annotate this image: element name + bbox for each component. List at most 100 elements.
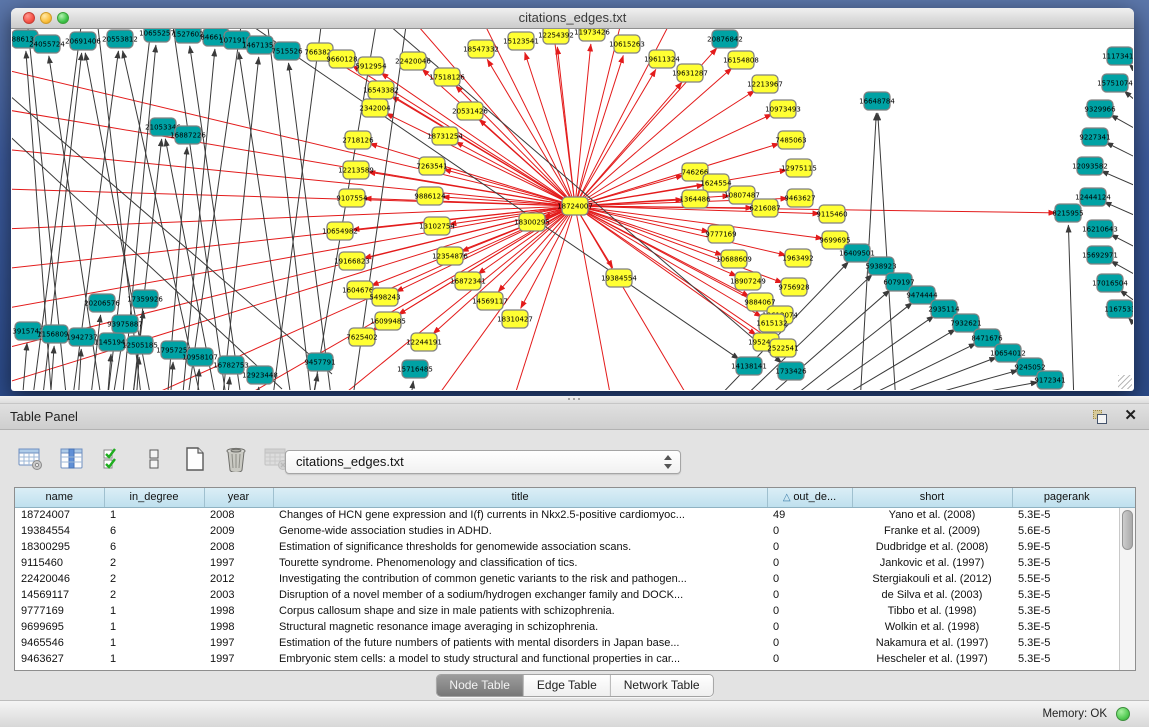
graph-node[interactable]: 17359926 [127,290,163,308]
graph-node[interactable]: 11173415 [1102,47,1133,65]
graph-node[interactable]: 12254392 [538,29,574,44]
graph-node[interactable]: 1733426 [775,362,807,380]
graph-node[interactable]: 14569117 [472,292,508,310]
column-header-title[interactable]: title [273,488,767,507]
graph-node[interactable]: 7515526 [271,42,303,60]
graph-node[interactable]: 12244191 [406,333,442,351]
graph-node[interactable]: 1527602 [172,29,203,43]
citation-graph[interactable]: 1872400776638229660128591295416543382234… [12,29,1133,390]
graph-node[interactable]: 9457791 [304,353,335,371]
graph-node[interactable]: 1364486 [679,190,711,208]
graph-node[interactable]: 5498243 [369,288,400,306]
column-header-short[interactable]: short [852,488,1012,507]
column-header-in_degree[interactable]: in_degree [104,488,204,507]
create-table-icon[interactable] [180,443,210,475]
graph-node[interactable]: 2342004 [359,99,391,117]
graph-node[interactable]: 9756928 [778,278,809,296]
graph-node[interactable]: 1963492 [782,249,813,267]
graph-node[interactable]: 17016504 [1092,274,1128,292]
close-panel-icon[interactable]: ✕ [1124,407,1137,425]
graph-node[interactable]: 20206576 [84,294,120,312]
graph-node[interactable]: 10973493 [765,100,801,118]
show-columns-icon[interactable] [57,443,87,475]
network-canvas[interactable]: 1872400776638229660128591295416543382234… [12,29,1133,390]
table-row[interactable]: 1456911722003Disruption of a novel membe… [15,587,1121,603]
graph-node[interactable]: 18547332 [463,40,499,58]
graph-node[interactable]: 2522541 [767,339,798,357]
float-panel-icon[interactable] [1093,410,1107,424]
table-row[interactable]: 1872400712008Changes of HCN gene express… [15,507,1121,523]
graph-node[interactable]: 6216087 [749,199,780,217]
tab-edge-table[interactable]: Edge Table [524,675,611,696]
graph-node[interactable]: 10688609 [716,250,752,268]
zoom-button[interactable] [57,12,69,24]
graph-node[interactable]: 1942737 [66,328,97,346]
graph-node[interactable]: 20691406 [65,32,101,50]
graph-node[interactable]: 18724007 [557,197,593,215]
graph-node[interactable]: 13102754 [419,217,455,235]
scrollbar-thumb[interactable] [1122,510,1133,550]
graph-node[interactable]: 11973426 [574,29,610,41]
graph-node[interactable]: 9777169 [705,225,736,243]
graph-node[interactable]: 9886124 [414,187,446,205]
network-view-window[interactable]: citations_edges.txt 18724007766382296601… [11,8,1134,391]
minimize-button[interactable] [40,12,52,24]
graph-node[interactable]: 18310427 [497,310,533,328]
window-title-bar[interactable]: citations_edges.txt [11,8,1134,29]
graph-node[interactable]: 16648784 [859,92,895,110]
select-all-columns-icon[interactable] [98,443,128,475]
graph-node[interactable]: 9660128 [326,50,357,68]
graph-node[interactable]: 2718126 [342,131,374,149]
vertical-scrollbar[interactable] [1119,508,1135,670]
graph-node[interactable]: 10654982 [322,222,358,240]
graph-node[interactable]: 10615263 [609,35,645,53]
table-row[interactable]: 911546021997Tourette syndrome. Phenomeno… [15,555,1121,571]
graph-node[interactable]: 15716485 [397,360,433,378]
table-row[interactable]: 1938455462009Genome-wide association stu… [15,523,1121,539]
graph-node[interactable]: 1167533 [1104,300,1133,318]
tab-network-table[interactable]: Network Table [611,675,713,696]
split-pane-divider[interactable] [0,396,1149,404]
graph-node[interactable]: 9107554 [336,189,368,207]
table-row[interactable]: 2242004622012Investigating the contribut… [15,571,1121,587]
table-row[interactable]: 1830029562008Estimation of significance … [15,539,1121,555]
close-button[interactable] [23,12,35,24]
row-height-icon[interactable] [139,443,169,475]
graph-node[interactable]: 16887226 [170,126,206,144]
graph-node[interactable]: 18731254 [427,127,463,145]
graph-node[interactable]: 12505185 [122,336,158,354]
graph-node[interactable]: 22420046 [395,52,431,70]
divider-grip-icon[interactable] [568,398,580,402]
delete-trash-icon[interactable] [221,443,251,475]
table-row[interactable]: 946362711997Embryonic stem cells: a mode… [15,651,1121,667]
tab-node-table[interactable]: Node Table [436,675,524,696]
window-resize-grip[interactable] [1118,375,1132,389]
graph-node[interactable]: 16154808 [723,51,759,69]
graph-node[interactable]: 20876842 [707,30,743,48]
graph-node[interactable]: 17518126 [429,68,465,86]
graph-node[interactable]: 20531426 [452,102,488,120]
graph-node[interactable]: 5912954 [355,57,387,75]
column-header-name[interactable]: name [15,488,104,507]
graph-node[interactable]: 14138141 [731,357,767,375]
graph-node[interactable]: 12354876 [432,247,468,265]
graph-node[interactable]: 5938923 [865,257,896,275]
table-row[interactable]: 977716911998Corpus callosum shape and si… [15,603,1121,619]
graph-node[interactable]: 12213967 [747,75,783,93]
graph-node[interactable]: 9227341 [1079,128,1110,146]
graph-node[interactable]: 12444124 [1075,188,1111,206]
graph-node[interactable]: 20553812 [102,30,138,48]
graph-node[interactable]: 19384554 [601,269,637,287]
table-selector-dropdown[interactable]: citations_edges.txt [285,450,681,474]
graph-node[interactable]: 10655257 [139,29,175,42]
graph-node[interactable]: 93975887 [107,315,143,333]
graph-node[interactable]: 12923448 [242,366,278,384]
table-row[interactable]: 946554611997Estimation of the future num… [15,635,1121,651]
graph-node[interactable]: 16872341 [450,272,486,290]
graph-node[interactable]: 16543382 [363,81,399,99]
graph-node[interactable]: 19166823 [334,252,370,270]
graph-node[interactable]: 9463627 [784,189,815,207]
table-row[interactable]: 969969511998Structural magnetic resonanc… [15,619,1121,635]
graph-node[interactable]: 16210643 [1082,220,1118,238]
graph-node[interactable]: 15751074 [1097,74,1133,92]
